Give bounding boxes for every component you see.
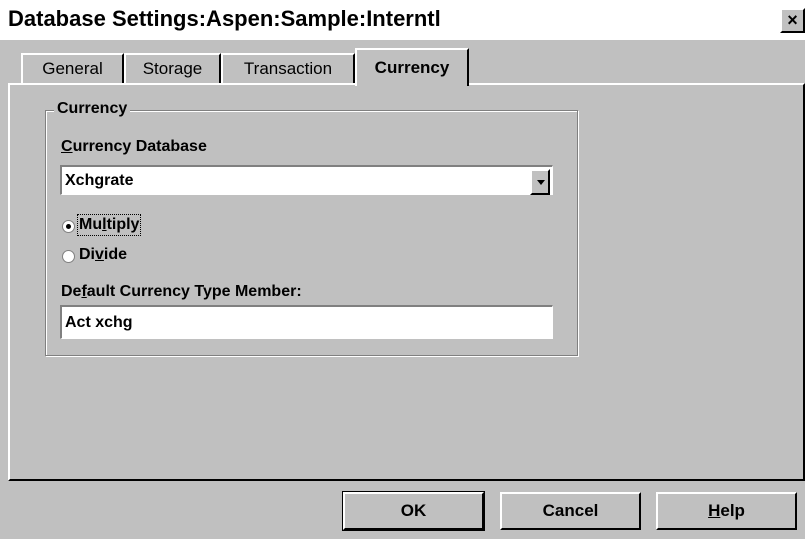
tab-transaction[interactable]: Transaction [221, 53, 355, 83]
currency-database-value: Xchgrate [65, 172, 134, 189]
ok-button-label: OK [400, 501, 427, 520]
default-currency-type-value: Act xchg [65, 314, 133, 331]
ok-button[interactable]: OK [342, 491, 485, 531]
title-bar[interactable]: Database Settings:Aspen:Sample:Interntl … [0, 0, 805, 40]
divide-radio[interactable] [62, 250, 75, 263]
multiply-radio-label[interactable]: Multiply [76, 214, 142, 236]
default-currency-type-input[interactable]: Act xchg [60, 305, 553, 339]
tab-currency[interactable]: Currency [355, 48, 469, 86]
close-button[interactable]: × [780, 8, 805, 33]
dropdown-button[interactable] [530, 169, 550, 195]
multiply-radio[interactable] [62, 220, 75, 233]
currency-group-label: Currency [54, 100, 131, 118]
tab-currency-label: Currency [374, 58, 450, 77]
help-button[interactable]: Help [656, 492, 797, 530]
cancel-button[interactable]: Cancel [500, 492, 641, 530]
default-currency-type-label: Default Currency Type Member: [61, 283, 302, 300]
chevron-down-icon [537, 180, 545, 185]
close-icon: × [787, 10, 798, 30]
divide-radio-label[interactable]: Divide [79, 246, 127, 264]
help-button-label: Help [708, 501, 745, 520]
tab-storage-label: Storage [142, 59, 203, 78]
tab-transaction-label: Transaction [243, 59, 333, 78]
cancel-button-label: Cancel [542, 501, 599, 520]
tab-general-label: General [42, 59, 103, 78]
tab-general[interactable]: General [21, 53, 124, 83]
tab-storage[interactable]: Storage [124, 53, 221, 83]
radio-selected-dot [66, 224, 71, 229]
currency-database-select[interactable]: Xchgrate [60, 165, 553, 195]
currency-database-label: Currency Database [61, 138, 207, 155]
dialog-window: Database Settings:Aspen:Sample:Interntl … [0, 0, 805, 539]
window-title: Database Settings:Aspen:Sample:Interntl [8, 6, 441, 31]
